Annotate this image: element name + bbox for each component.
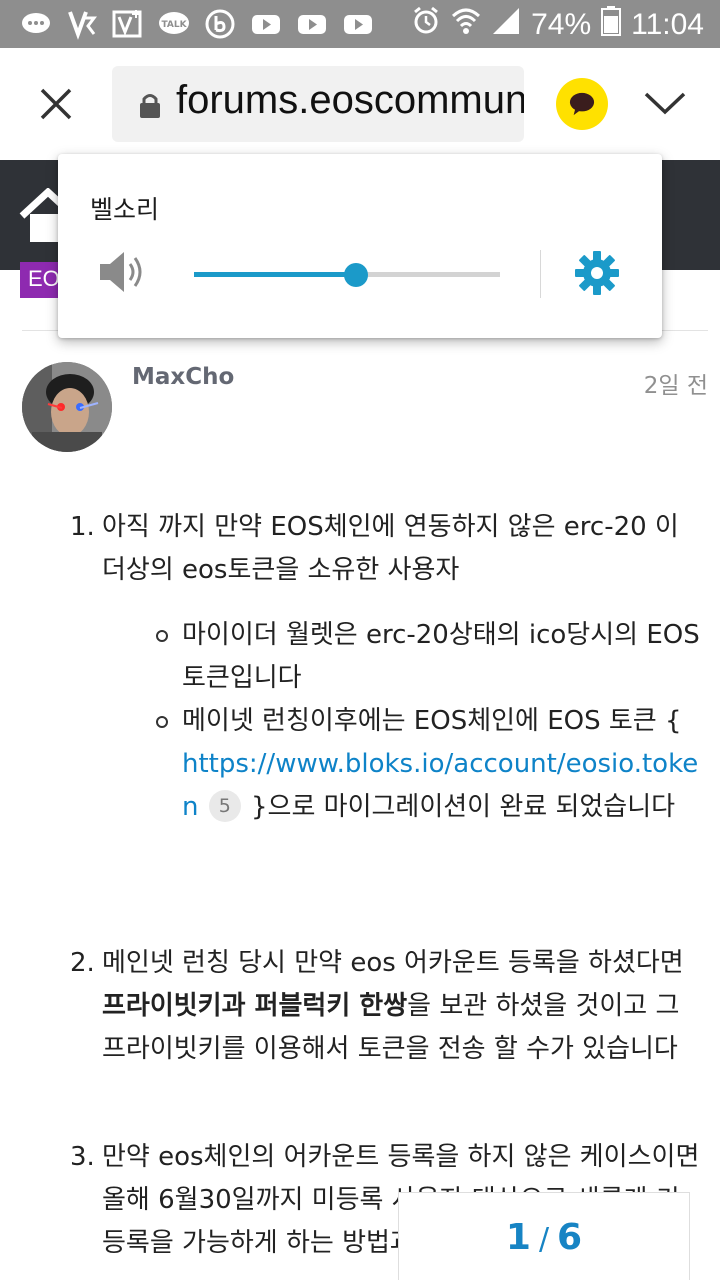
youtube-icon [250,8,282,40]
avatar[interactable] [22,362,112,452]
wifi-icon [451,6,481,44]
pager-separator: / [538,1222,550,1257]
youtube-icon [342,8,374,40]
v3-icon [66,8,98,40]
popup-separator [540,250,541,298]
volume-stream-label: 벨소리 [90,195,160,224]
bold-text: 프라이빗키과 퍼블럭키 한쌍 [102,991,408,1021]
sub-list-item-text: 마이이더 월렛은 erc-20상태의 ico당시의 EOS 토큰입니다 [182,620,700,693]
svg-text:TALK: TALK [161,20,187,30]
speech-bubble-icon [569,92,595,116]
status-bar: TALK 74% 11:04 [0,0,720,48]
youtube-icon [296,8,328,40]
text-segment: 메이넷 런칭이후에는 EOS체인에 EOS 토큰 { [182,706,682,736]
list-item-text: 메인넷 런칭 당시 만약 eos 어카운트 등록을 하셨다면 프라이빗키과 퍼블… [102,942,702,1071]
bullet-icon [156,716,168,728]
link-click-count: 5 [208,790,241,822]
bullet-icon [156,630,168,642]
list-number: 2. [70,948,95,978]
menu-dropdown-button[interactable] [640,84,690,124]
url-text: forums.eoscommunity.org [176,78,524,122]
v3-plus-icon [112,8,144,40]
lock-icon [140,94,160,118]
kakao-talk-button[interactable] [556,78,608,130]
speaker-icon[interactable] [98,250,146,294]
chevron-down-icon [644,92,686,115]
browser-toolbar: forums.eoscommunity.org [0,48,720,160]
talk-icon: TALK [158,8,190,40]
close-tab-button[interactable] [32,80,80,128]
clock: 11:04 [631,8,704,41]
list-number: 1. [70,512,95,542]
notification-icons: TALK [20,8,374,40]
total-posts: 6 [557,1217,583,1258]
address-bar[interactable]: forums.eoscommunity.org [112,66,524,142]
volume-slider-thumb[interactable] [344,263,369,287]
text-segment: }으로 마이그레이션이 완료 되었습니다 [242,792,676,822]
volume-popup: 벨소리 [58,154,662,338]
post-author[interactable]: MaxCho [132,364,234,390]
volume-slider-fill [194,272,357,277]
chat-bubbles-icon [20,8,52,40]
battery-level: 74% [531,8,592,41]
list-item-text: 아직 까지 만약 EOS체인에 연동하지 않은 erc-20 이더상의 eos토… [102,512,679,585]
system-status: 74% 11:04 [411,6,704,44]
text-segment: 메인넷 런칭 당시 만약 eos 어카운트 등록을 하셨다면 [102,948,684,978]
current-post: 1 [505,1217,531,1258]
battery-icon [601,6,622,44]
signal-icon [491,6,521,44]
list-number: 3. [70,1142,95,1172]
volume-slider[interactable] [194,263,500,287]
b-app-icon [204,8,236,40]
post-position-indicator[interactable]: 1/6 [398,1192,690,1280]
sub-list-item-text: 메이넷 런칭이후에는 EOS체인에 EOS 토큰 { https://www.b… [182,700,702,829]
gear-icon[interactable] [574,250,620,296]
alarm-icon [411,6,441,44]
close-icon [40,88,72,120]
post-date[interactable]: 2일 전 [644,366,708,400]
